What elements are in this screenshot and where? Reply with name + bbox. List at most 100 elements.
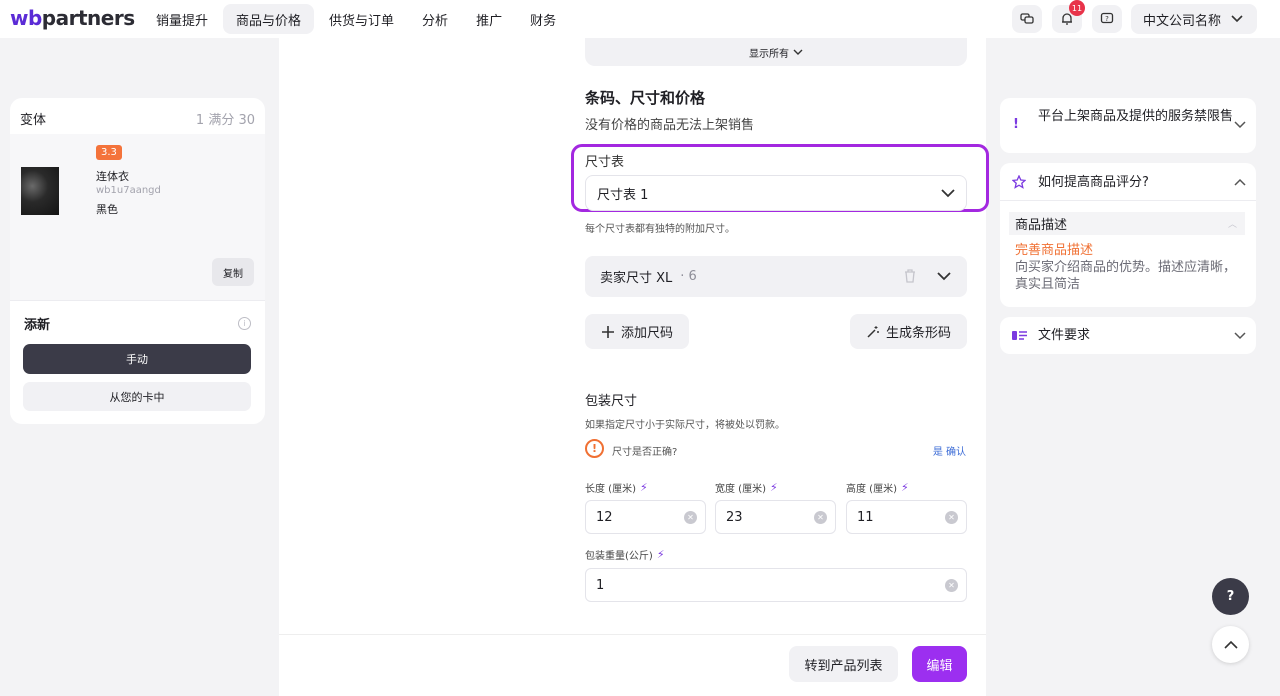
confirm-link[interactable]: 是 确认 xyxy=(933,443,966,458)
wbpartners-logo[interactable]: wbpartners xyxy=(10,6,135,30)
lightning-icon: ⚡ xyxy=(900,481,909,494)
lightning-icon: ⚡ xyxy=(769,481,778,494)
section-subtitle: 没有价格的商品无法上架销售 xyxy=(585,118,755,133)
chevron-up-icon xyxy=(1223,640,1238,649)
trash-icon[interactable] xyxy=(903,268,917,284)
nav-analytics[interactable]: 分析 xyxy=(409,4,461,34)
add-size-button[interactable]: 添加尺码 xyxy=(585,314,689,349)
divider xyxy=(1000,200,1256,201)
chevron-down-icon xyxy=(1234,332,1246,340)
show-all-toggle[interactable]: 显示所有 xyxy=(585,38,967,66)
nav-finance[interactable]: 财务 xyxy=(517,4,569,34)
magic-wand-icon xyxy=(867,325,879,338)
width-label-text: 宽度 (厘米) xyxy=(715,484,766,495)
product-name: 连体衣 xyxy=(96,170,129,183)
variants-count: 1 满分 30 xyxy=(195,113,255,128)
weight-value: 1 xyxy=(596,577,605,593)
size-table-select[interactable]: 尺寸表 1 xyxy=(585,175,967,211)
from-card-button[interactable]: 从您的卡中 xyxy=(23,382,251,411)
lightning-icon: ⚡ xyxy=(656,548,665,561)
top-bar: wbpartners 销量提升 商品与价格 供货与订单 分析 推广 财务 11 … xyxy=(0,0,1280,38)
nav-promotion[interactable]: 推广 xyxy=(463,4,515,34)
scroll-top-button[interactable] xyxy=(1212,626,1249,663)
company-name: 中文公司名称 xyxy=(1143,13,1222,29)
prohibited-items-card[interactable]: ! 平台上架商品及提供的服务禁限售 xyxy=(1000,98,1256,153)
height-label: 高度 (厘米) ⚡ xyxy=(846,480,909,495)
nav-products-prices[interactable]: 商品与价格 xyxy=(223,4,315,34)
package-size-title: 包装尺寸 xyxy=(585,394,638,409)
go-to-product-list-button[interactable]: 转到产品列表 xyxy=(789,646,898,682)
weight-label: 包装重量(公斤) ⚡ xyxy=(585,547,665,562)
edit-button[interactable]: 编辑 xyxy=(912,646,967,682)
document-icon xyxy=(1012,331,1027,340)
improve-rating-title[interactable]: 如何提高商品评分? xyxy=(1038,174,1149,191)
clear-icon[interactable]: ✕ xyxy=(945,511,958,524)
rating-badge: 3.3 xyxy=(96,145,122,160)
height-label-text: 高度 (厘米) xyxy=(846,484,897,495)
length-label-text: 长度 (厘米) xyxy=(585,484,636,495)
length-input[interactable]: 12 ✕ xyxy=(585,500,706,534)
weight-input[interactable]: 1 ✕ xyxy=(585,568,967,602)
manual-button[interactable]: 手动 xyxy=(23,344,251,374)
clear-icon[interactable]: ✕ xyxy=(684,511,697,524)
support-button[interactable]: ? xyxy=(1092,5,1122,33)
notifications-button[interactable]: 11 xyxy=(1052,0,1085,33)
clear-icon[interactable]: ✕ xyxy=(945,579,958,592)
add-size-label: 添加尺码 xyxy=(620,326,673,341)
size-check-question: 尺寸是否正确? xyxy=(612,447,678,458)
improve-rating-card: 如何提高商品评分? 商品描述 ︿ 完善商品描述 向买家介绍商品的优势。描述应清晰… xyxy=(1000,163,1256,307)
file-requirements-card[interactable]: 文件要求 xyxy=(1000,317,1256,354)
nav-supply-orders[interactable]: 供货与订单 xyxy=(316,4,407,34)
chevron-up-icon[interactable] xyxy=(1234,178,1246,186)
product-thumbnail[interactable] xyxy=(21,167,59,215)
size-table-hint: 每个尺寸表都有独特的附加尺寸。 xyxy=(585,224,735,235)
length-value: 12 xyxy=(596,509,613,525)
show-all-label: 显示所有 xyxy=(749,48,789,60)
seller-size-label: 卖家尺寸 XL xyxy=(600,271,673,286)
length-label: 长度 (厘米) ⚡ xyxy=(585,480,648,495)
generate-barcode-button[interactable]: 生成条形码 xyxy=(850,314,967,349)
product-color: 黑色 xyxy=(96,203,118,216)
info-icon[interactable]: i xyxy=(238,317,251,330)
description-tip: 向买家介绍商品的优势。描述应清晰，真实且简洁 xyxy=(1015,260,1237,292)
add-new-title: 添新 xyxy=(24,318,51,333)
size-table-label: 尺寸表 xyxy=(585,155,625,170)
chat-button[interactable] xyxy=(1012,5,1042,33)
product-form: 显示所有 条码、尺寸和价格 没有价格的商品无法上架销售 尺寸表 尺寸表 1 每个… xyxy=(279,38,989,696)
exclamation-icon: ! xyxy=(1013,117,1019,132)
description-row[interactable]: 商品描述 ︿ xyxy=(1009,212,1245,235)
width-input[interactable]: 23 ✕ xyxy=(715,500,836,534)
package-size-hint: 如果指定尺寸小于实际尺寸，将被处以罚款。 xyxy=(585,420,785,431)
nav-sales-boost[interactable]: 销量提升 xyxy=(143,4,221,34)
variants-title: 变体 xyxy=(20,113,47,128)
generate-barcode-label: 生成条形码 xyxy=(885,326,951,341)
complete-description-link[interactable]: 完善商品描述 xyxy=(1015,239,1093,258)
lightning-icon: ⚡ xyxy=(639,481,648,494)
height-value: 11 xyxy=(857,509,874,525)
form-footer: 转到产品列表 编辑 xyxy=(279,634,986,696)
help-button[interactable]: ? xyxy=(1212,578,1249,615)
plus-icon xyxy=(601,325,614,338)
file-requirements-title: 文件要求 xyxy=(1038,328,1091,343)
seller-size-row[interactable]: 卖家尺寸 XL · 6 xyxy=(585,256,967,297)
seller-size-count: · 6 xyxy=(680,269,697,284)
star-icon xyxy=(1012,175,1026,189)
section-title: 条码、尺寸和价格 xyxy=(585,89,706,107)
variant-item[interactable]: 3.3 连体衣 wb1u7aangd 黑色 复制 xyxy=(10,134,265,300)
width-label: 宽度 (厘米) ⚡ xyxy=(715,480,778,495)
copy-button[interactable]: 复制 xyxy=(212,258,254,286)
weight-label-text: 包装重量(公斤) xyxy=(585,551,653,562)
question-chat-icon: ? xyxy=(1100,12,1114,24)
add-new-card: 添新 i 手动 从您的卡中 xyxy=(10,300,265,424)
svg-text:?: ? xyxy=(1105,15,1109,23)
chevron-down-icon xyxy=(793,49,803,55)
size-table-value: 尺寸表 1 xyxy=(597,187,649,203)
clear-icon[interactable]: ✕ xyxy=(814,511,827,524)
company-selector[interactable]: 中文公司名称 xyxy=(1131,4,1257,34)
chevron-down-icon xyxy=(1234,121,1246,129)
chevron-down-icon xyxy=(1231,15,1243,23)
chevron-down-icon[interactable] xyxy=(936,268,952,284)
prohibited-items-title: 平台上架商品及提供的服务禁限售 xyxy=(1038,109,1234,124)
height-input[interactable]: 11 ✕ xyxy=(846,500,967,534)
product-sku: wb1u7aangd xyxy=(96,185,161,196)
